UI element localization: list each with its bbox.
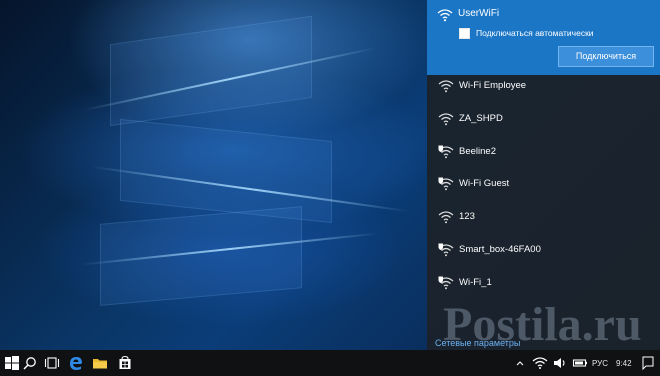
- clock[interactable]: 9:42: [616, 359, 632, 368]
- network-list-item[interactable]: Wi-Fi Employee: [427, 70, 660, 102]
- network-settings-link[interactable]: Сетевые параметры: [435, 338, 520, 348]
- network-name: Beeline2: [459, 146, 496, 157]
- wallpaper-pane: [110, 15, 312, 127]
- volume-icon[interactable]: [552, 355, 568, 371]
- edge-icon[interactable]: [68, 355, 84, 371]
- network-list-item[interactable]: ZA_SHPD: [427, 103, 660, 135]
- wifi-tray-icon[interactable]: [532, 355, 548, 371]
- wifi-secured-icon: [438, 243, 454, 257]
- auto-connect-checkbox[interactable]: [459, 27, 470, 39]
- network-list-item[interactable]: 123: [427, 201, 660, 233]
- network-name: Wi-Fi Guest: [459, 178, 510, 189]
- wifi-icon: [438, 80, 454, 93]
- language-indicator[interactable]: РУС: [592, 359, 608, 368]
- search-icon[interactable]: [22, 355, 38, 371]
- network-list-item[interactable]: Smart_box-46FA00: [427, 234, 660, 266]
- windows-logo-icon[interactable]: [4, 355, 20, 371]
- wifi-secured-icon: [438, 276, 454, 290]
- connect-button[interactable]: Подключиться: [558, 46, 654, 67]
- battery-icon[interactable]: [572, 355, 588, 371]
- network-list-item[interactable]: Wi-Fi Guest: [427, 168, 660, 200]
- selected-network-panel[interactable]: UserWiFi Подключаться автоматически Подк…: [427, 0, 660, 75]
- network-name: Smart_box-46FA00: [459, 244, 541, 255]
- auto-connect-row[interactable]: Подключаться автоматически: [459, 26, 594, 40]
- file-explorer-icon[interactable]: [92, 355, 108, 371]
- network-list-item[interactable]: Wi-Fi_1: [427, 267, 660, 299]
- wifi-icon: [438, 211, 454, 224]
- chevron-up-icon[interactable]: [515, 355, 525, 371]
- action-center-icon[interactable]: [642, 356, 654, 370]
- selected-network-name: UserWiFi: [458, 8, 500, 19]
- auto-connect-label: Подключаться автоматически: [476, 28, 594, 38]
- wifi-secured-icon: [438, 145, 454, 159]
- task-view-icon[interactable]: [44, 355, 60, 371]
- taskbar: РУС 9:42: [0, 350, 660, 376]
- network-name: 123: [459, 211, 475, 222]
- network-name: Wi-Fi Employee: [459, 80, 527, 91]
- network-name: ZA_SHPD: [459, 113, 503, 124]
- network-flyout: UserWiFi Подключаться автоматически Подк…: [427, 0, 660, 350]
- store-icon[interactable]: [117, 355, 133, 371]
- network-name: Wi-Fi_1: [459, 277, 492, 288]
- wifi-secured-icon: [438, 177, 454, 191]
- wallpaper-pane: [100, 206, 302, 306]
- network-list-item[interactable]: Beeline2: [427, 136, 660, 168]
- wifi-icon: [438, 113, 454, 126]
- wifi-icon: [437, 9, 453, 22]
